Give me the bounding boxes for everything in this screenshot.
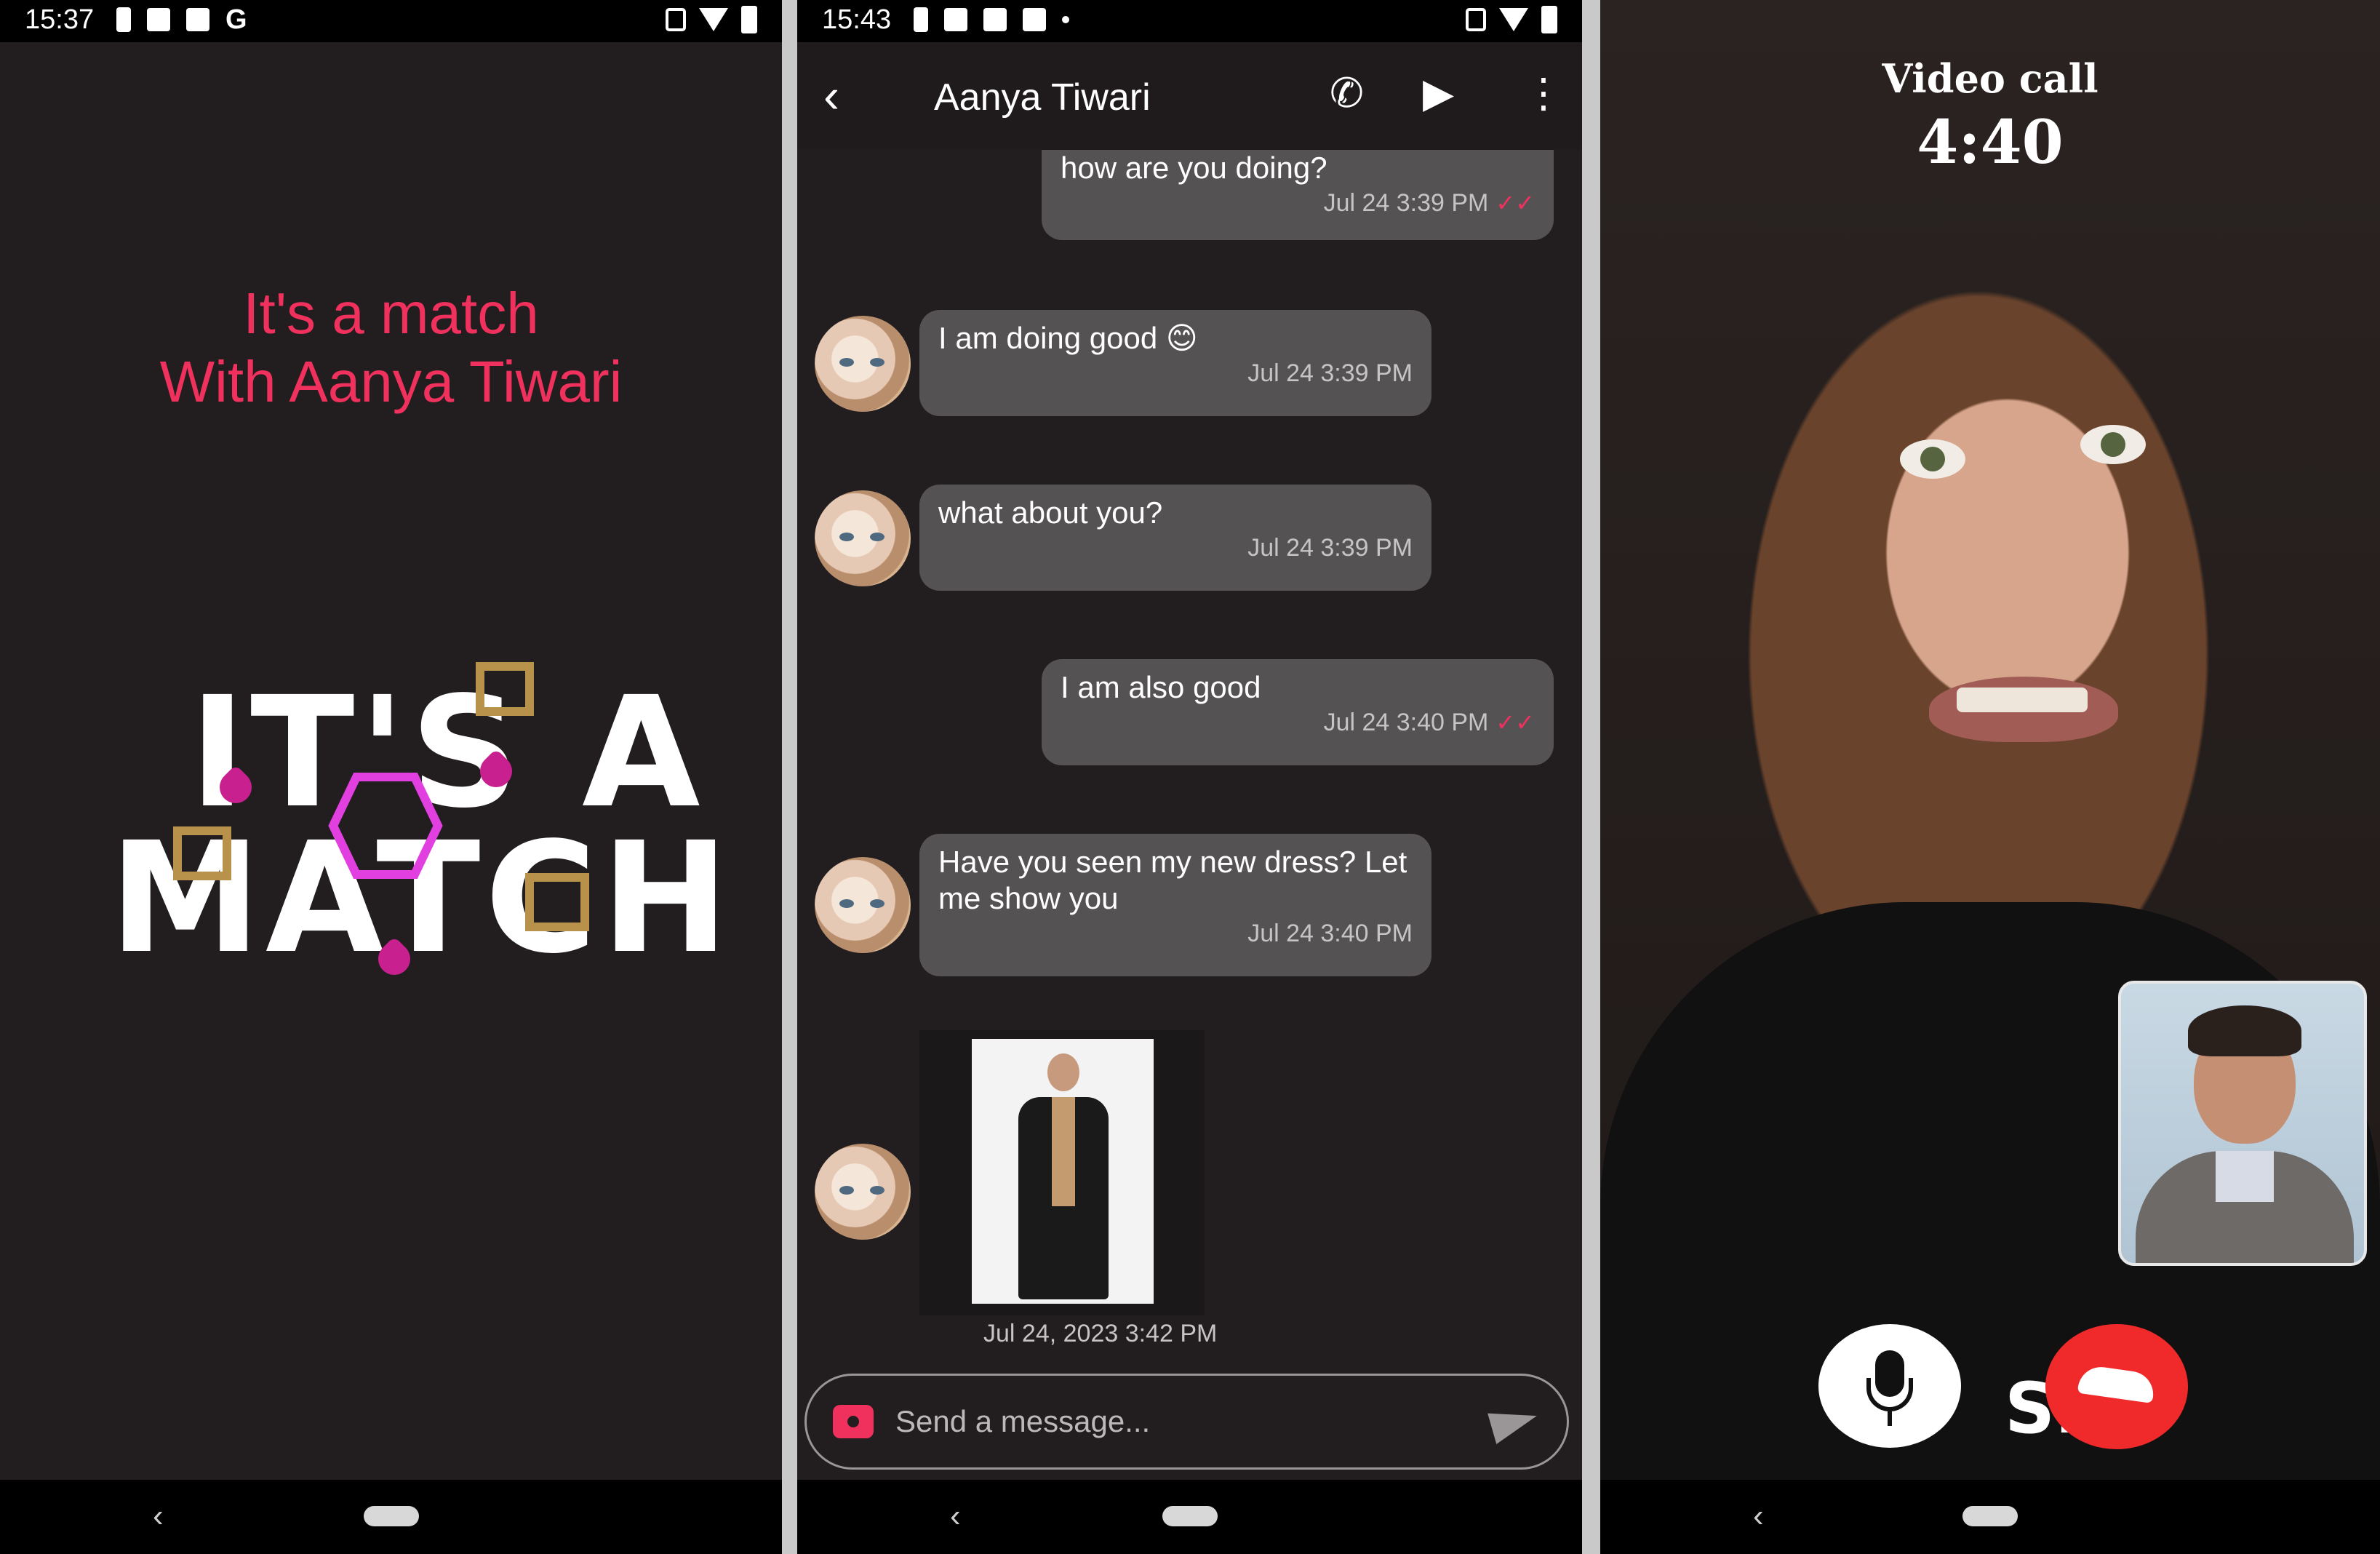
message-text: Have you seen my new dress? Let me show … (938, 845, 1407, 915)
nav-home-button[interactable] (1962, 1506, 2018, 1526)
battery-icon (1541, 6, 1557, 33)
message-list[interactable]: how are you doing? Jul 24 3:39 PM ✓✓ I am… (797, 150, 1582, 1401)
message-input[interactable] (895, 1396, 1419, 1447)
nav-home-button[interactable] (1162, 1506, 1218, 1526)
hang-up-icon (2077, 1363, 2157, 1404)
message-text: I am doing good 😊 (938, 321, 1198, 355)
message-text: what about you? (938, 495, 1163, 530)
match-title-line2: With Aanya Tiwari (159, 349, 623, 414)
contact-avatar[interactable] (815, 490, 911, 586)
alert-icon (914, 7, 928, 32)
wifi-icon (1499, 8, 1528, 31)
contact-avatar[interactable] (815, 857, 911, 953)
google-icon: G (225, 4, 247, 35)
camera-icon[interactable] (833, 1405, 874, 1438)
vibrate-icon (666, 8, 686, 31)
decor-square-icon (173, 826, 231, 880)
remote-teeth (1957, 688, 2088, 712)
message-bubble-received[interactable]: I am doing good 😊 Jul 24 3:39 PM (919, 310, 1431, 416)
nav-bar: ‹ (1600, 1480, 2380, 1554)
notification-icons: G (116, 4, 247, 35)
logo-line1: IT'S A (189, 664, 705, 842)
message-meta: Jul 24 3:39 PM ✓✓ (1061, 189, 1535, 218)
contact-avatar[interactable] (815, 1144, 911, 1240)
end-call-button[interactable] (2045, 1324, 2188, 1449)
news-icon (1023, 8, 1046, 31)
more-menu-icon[interactable]: ⋮ (1523, 71, 1564, 115)
system-icons (1466, 6, 1557, 33)
message-bubble-received[interactable]: Have you seen my new dress? Let me show … (919, 834, 1431, 976)
status-bar: 15:43 (797, 0, 1582, 42)
phone-call-icon[interactable]: ✆ (1330, 71, 1364, 115)
message-meta: Jul 24 3:40 PM ✓✓ (1061, 709, 1535, 737)
read-tick-icon: ✓✓ (1496, 709, 1535, 736)
vibrate-icon (1466, 8, 1486, 31)
message-text: I am also good (1061, 670, 1261, 704)
self-collar (2216, 1151, 2274, 1202)
nav-bar: ‹ (797, 1480, 1582, 1554)
nav-bar: ‹ (0, 1480, 782, 1554)
message-bubble-received[interactable]: what about you? Jul 24 3:39 PM (919, 485, 1431, 591)
decor-square-icon (525, 873, 589, 931)
nav-home-button[interactable] (363, 1506, 419, 1526)
self-preview[interactable] (2118, 981, 2367, 1266)
call-timer: 4:40 (1917, 108, 2064, 178)
remote-eye (2080, 425, 2146, 464)
news-icon (186, 8, 209, 31)
message-bubble-sent[interactable]: how are you doing? Jul 24 3:39 PM ✓✓ (1042, 150, 1554, 240)
news-icon (147, 8, 170, 31)
match-title: It's a match With Aanya Tiwari (0, 279, 782, 416)
nav-back-icon[interactable]: ‹ (950, 1500, 961, 1532)
remote-eye (1900, 439, 1965, 479)
microphone-stand (1866, 1378, 1913, 1411)
mute-button[interactable] (1818, 1324, 1961, 1448)
self-hair (2188, 1005, 2301, 1056)
nav-back-icon[interactable]: ‹ (1753, 1500, 1764, 1532)
wifi-icon (699, 8, 728, 31)
chat-contact-name: Aanya Tiwari (934, 76, 1151, 119)
read-tick-icon: ✓✓ (1496, 190, 1535, 216)
notification-icons (914, 7, 1069, 32)
status-time: 15:43 (822, 4, 892, 35)
message-text: how are you doing? (1061, 151, 1327, 185)
dress-model-head (1047, 1053, 1079, 1091)
match-screen: 15:37 G It's a match With Aanya Tiwari I… (0, 0, 782, 1554)
chat-screen: 15:43 ‹ Aanya Tiwari ✆ ▶ ⋮ how are you d… (797, 0, 1582, 1554)
contact-avatar[interactable] (815, 316, 911, 412)
message-time: Jul 24 3:39 PM (1247, 359, 1413, 387)
image-message[interactable] (919, 1030, 1205, 1315)
system-icons (666, 6, 757, 33)
decor-hexagon-icon (328, 773, 443, 879)
message-time: Jul 24 3:40 PM (1247, 920, 1413, 947)
image-timestamp: Jul 24, 2023 3:42 PM (983, 1320, 1218, 1347)
back-icon[interactable]: ‹ (823, 71, 839, 119)
more-dot-icon (1062, 16, 1069, 23)
message-bubble-sent[interactable]: I am also good Jul 24 3:40 PM ✓✓ (1042, 659, 1554, 765)
status-time: 15:37 (25, 4, 95, 35)
message-time: Jul 24 3:40 PM (1323, 709, 1489, 736)
message-composer (804, 1374, 1569, 1470)
dress-photo[interactable] (972, 1039, 1154, 1304)
send-icon[interactable] (1488, 1400, 1541, 1444)
dress-blouse (1052, 1097, 1075, 1206)
call-title: Video call (1882, 55, 2099, 102)
video-call-screen: Video call 4:40 SEA ‹ (1600, 0, 2380, 1554)
chat-header: ‹ Aanya Tiwari ✆ ▶ ⋮ (797, 42, 1582, 150)
image-icon (944, 8, 967, 31)
news-icon (983, 8, 1007, 31)
its-a-match-logo: IT'S A MATCH (109, 648, 729, 989)
video-call-icon[interactable]: ▶ (1423, 71, 1454, 115)
status-bar: 15:37 G (0, 0, 782, 42)
microphone-leg (1888, 1410, 1892, 1426)
battery-icon (741, 6, 757, 33)
alert-icon (116, 7, 131, 32)
message-time: Jul 24 3:39 PM (1247, 534, 1413, 562)
nav-back-icon[interactable]: ‹ (153, 1500, 164, 1532)
match-title-line1: It's a match (243, 281, 539, 346)
message-time: Jul 24 3:39 PM (1323, 189, 1489, 217)
decor-square-icon (476, 662, 534, 716)
